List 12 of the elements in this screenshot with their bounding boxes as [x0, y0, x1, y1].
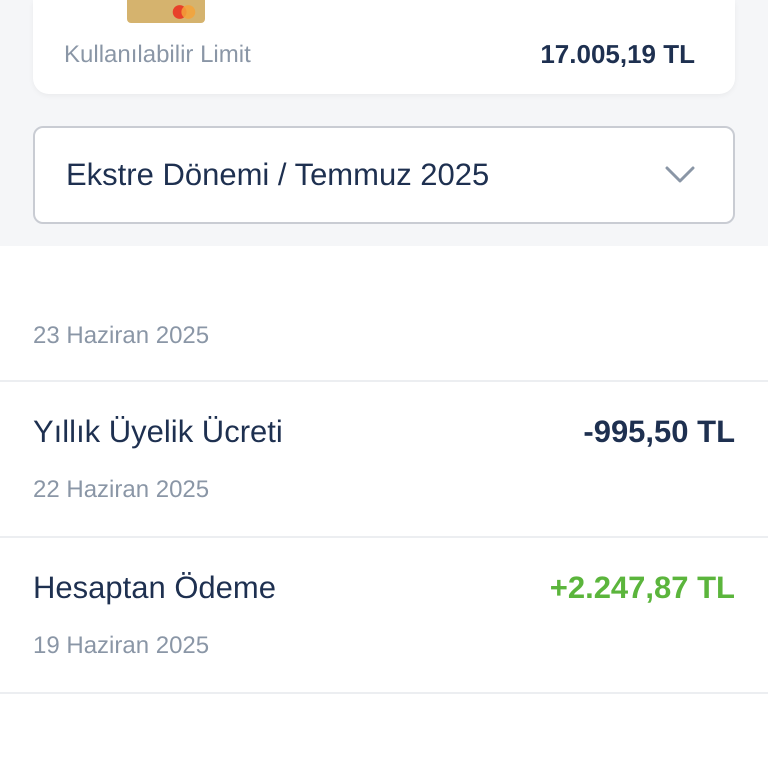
transaction-amount: -995,50 TL [583, 414, 735, 450]
transaction-title: Hesaptan Ödeme [33, 570, 276, 606]
available-limit-label: Kullanılabilir Limit [64, 40, 251, 68]
transaction-amount: +2.247,87 TL [550, 570, 735, 606]
transaction-date: 19 Haziran 2025 [33, 632, 210, 660]
available-limit-value: 17.005,19 TL [540, 39, 695, 70]
transaction-title: Yıllık Üyelik Ücreti [33, 414, 283, 450]
transaction-date: 23 Haziran 2025 [33, 322, 210, 350]
card-logo-icon [171, 2, 197, 20]
statement-period-dropdown[interactable]: Ekstre Dönemi / Temmuz 2025 [33, 126, 735, 224]
transaction-date: 22 Haziran 2025 [33, 476, 210, 504]
chevron-down-icon [665, 166, 695, 184]
